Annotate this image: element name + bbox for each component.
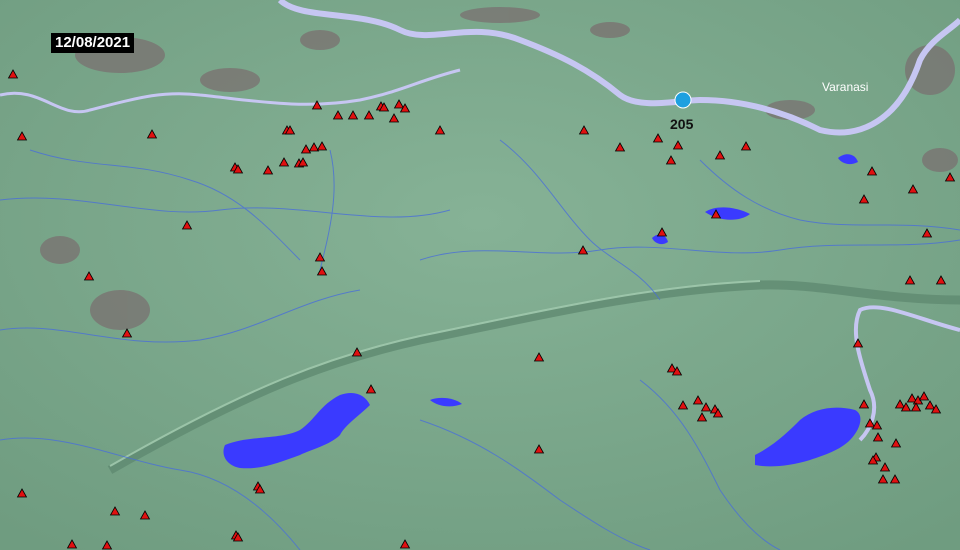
map-view[interactable]: 12/08/2021 Varanasi 205 (0, 0, 960, 550)
terrain-map (0, 0, 960, 550)
station-value-label: 205 (670, 116, 694, 132)
terrain-background (0, 0, 960, 550)
date-label: 12/08/2021 (51, 33, 135, 53)
city-label-varanasi: Varanasi (822, 80, 869, 94)
station-marker (674, 91, 692, 109)
